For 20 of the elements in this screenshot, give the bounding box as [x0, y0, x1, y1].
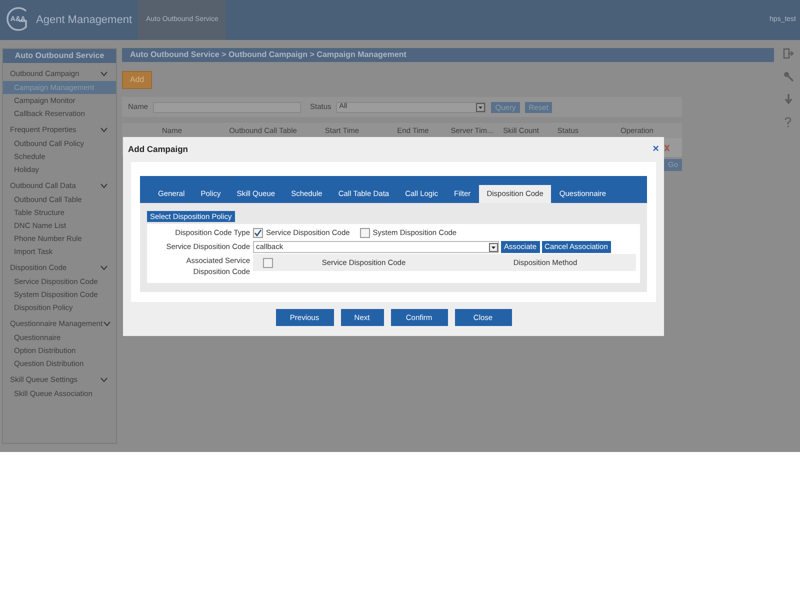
chevron-down-icon [100, 264, 108, 270]
logout-icon[interactable] [782, 48, 794, 59]
chevron-down-icon [100, 70, 108, 76]
checkbox[interactable] [360, 228, 370, 238]
add-button[interactable]: Add [122, 71, 152, 89]
checkbox[interactable] [253, 228, 263, 238]
download-icon[interactable] [784, 94, 792, 105]
chevron-down-icon [102, 320, 111, 326]
help-icon[interactable] [784, 117, 792, 128]
key-icon[interactable] [782, 71, 794, 82]
close-button[interactable]: × [652, 144, 659, 155]
checkbox[interactable] [263, 258, 273, 268]
breadcrumb-bar: Auto Outbound Service > Outbound Campaign > Campaign Management [122, 48, 774, 62]
chevron-down-icon [100, 126, 108, 132]
delete-icon[interactable] [664, 144, 670, 152]
sidebar-title: Auto Outbound Service [3, 49, 116, 63]
dialog-title: Add Campaign [128, 143, 188, 156]
chevron-down-icon [100, 376, 108, 382]
chevron-down-icon [100, 182, 108, 188]
app-title: Agent Management [36, 12, 132, 28]
